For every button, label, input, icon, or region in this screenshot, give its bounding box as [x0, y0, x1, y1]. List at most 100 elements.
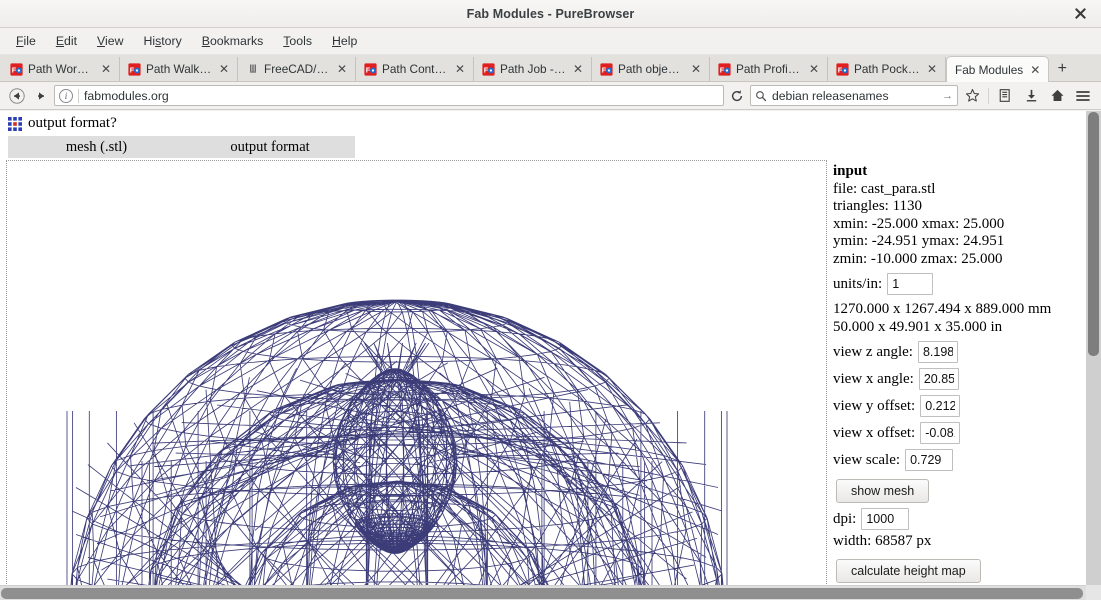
tab-label: Fab Modules [955, 62, 1024, 77]
output-format-column-label: output format [230, 138, 310, 155]
grid-dots-icon [8, 116, 22, 131]
site-identity-icon[interactable]: i [59, 88, 73, 103]
menu-item-file[interactable]: File [6, 31, 46, 51]
back-button[interactable] [6, 85, 28, 107]
forward-arrow-icon [38, 91, 44, 100]
tab-label: Path Profile… [736, 62, 802, 76]
tab-close-button[interactable]: ✕ [335, 63, 349, 75]
show-mesh-row: show mesh [836, 479, 1083, 504]
tab-close-button[interactable]: ✕ [99, 63, 113, 75]
menu-item-view[interactable]: View [87, 31, 133, 51]
horizontal-scrollbar[interactable] [0, 585, 1086, 600]
tab-label: Path Workb… [28, 62, 94, 76]
svg-text:F: F [484, 65, 489, 74]
calculate-height-map-button[interactable]: calculate height map [836, 558, 981, 583]
tab-4[interactable]: F Path Job - … ✕ [474, 57, 592, 81]
tab-close-button[interactable]: ✕ [453, 63, 467, 75]
window-title: Fab Modules - PureBrowser [466, 6, 635, 21]
menu-item-bookmarks[interactable]: Bookmarks [192, 31, 274, 51]
view-scale-input[interactable] [905, 449, 954, 472]
output-format-row: mesh (.stl) output format [8, 136, 355, 158]
tab-3[interactable]: F Path Conto… ✕ [356, 57, 474, 81]
svg-text:F: F [838, 65, 843, 74]
tab-close-button[interactable]: ✕ [807, 63, 821, 75]
tab-0[interactable]: F Path Workb… ✕ [2, 57, 120, 81]
close-icon [1074, 8, 1086, 19]
view-x-offset-label: view x offset: [833, 424, 916, 441]
url-bar[interactable]: i fabmodules.org [54, 85, 724, 106]
svg-text:F: F [366, 65, 371, 74]
freecad-icon: F [718, 62, 731, 76]
view-y-offset-input[interactable] [920, 395, 961, 418]
navigation-toolbar: i fabmodules.org debian releasenames → [0, 82, 1101, 110]
tab-favicon: F [482, 62, 495, 76]
menu-item-help[interactable]: Help [322, 31, 367, 51]
units-per-inch-input[interactable] [887, 273, 934, 296]
view-z-angle-input[interactable] [917, 341, 958, 364]
tab-close-button[interactable]: ✕ [217, 63, 231, 75]
bookmark-star-button[interactable] [960, 84, 984, 108]
scrollbar-corner [1086, 585, 1101, 600]
menu-item-tools[interactable]: Tools [273, 31, 322, 51]
dimensions-mm: 1270.000 x 1267.494 x 889.000 mm [833, 301, 1052, 318]
downloads-button[interactable] [1019, 84, 1043, 108]
new-tab-button[interactable]: + [1049, 57, 1075, 81]
horizontal-scrollbar-thumb[interactable] [1, 588, 1083, 599]
view-scale-row: view scale: [833, 449, 1083, 472]
tab-favicon: F [128, 62, 141, 76]
tab-close-button[interactable]: ✕ [925, 63, 939, 75]
vertical-scrollbar-thumb[interactable] [1088, 112, 1099, 356]
tab-close-button[interactable]: ✕ [1028, 64, 1042, 76]
freecad-icon: F [482, 62, 495, 76]
toolbar-separator [988, 87, 989, 104]
search-bar[interactable]: debian releasenames → [750, 85, 958, 106]
svg-text:F: F [602, 65, 607, 74]
menu-item-edit[interactable]: Edit [46, 31, 87, 51]
forward-button[interactable] [30, 85, 52, 107]
menu-item-history[interactable]: History [133, 31, 191, 51]
show-mesh-button[interactable]: show mesh [836, 479, 930, 504]
panel-x-range: xmin: -25.000 xmax: 25.000 [833, 215, 1005, 232]
panel-heading: input [833, 163, 868, 179]
units-per-inch-row: units/in: [833, 273, 1083, 296]
vertical-scrollbar[interactable] [1086, 111, 1101, 585]
freecad-icon: F [364, 62, 377, 76]
view-x-offset-input[interactable] [920, 422, 961, 445]
tab-6[interactable]: F Path Profile… ✕ [710, 57, 828, 81]
tab-close-button[interactable]: ✕ [689, 63, 703, 75]
tab-7[interactable]: F Path Pocke… ✕ [828, 57, 946, 81]
page-viewport: output format? mesh (.stl) output format… [0, 111, 1101, 600]
tab-1[interactable]: F Path Walkt… ✕ [120, 57, 238, 81]
svg-text:F: F [130, 65, 135, 74]
output-format-question: output format? [28, 115, 117, 131]
tab-close-button[interactable]: ✕ [571, 63, 585, 75]
reload-button[interactable] [726, 85, 748, 107]
url-separator [78, 88, 79, 103]
view-x-offset-row: view x offset: [833, 422, 1083, 445]
selected-format-label[interactable]: mesh (.stl) [8, 139, 185, 156]
tab-5[interactable]: F Path object… ✕ [592, 57, 710, 81]
freecad-icon: F [10, 62, 23, 76]
units-per-inch-label: units/in: [833, 275, 883, 292]
output-format-header: output format? [0, 111, 1101, 132]
panel-y-range: ymin: -24.951 ymax: 24.951 [833, 233, 1005, 250]
home-button[interactable] [1045, 84, 1069, 108]
tab-label: Path object… [618, 62, 684, 76]
mesh-wireframe [66, 299, 728, 589]
dpi-input[interactable] [861, 508, 910, 531]
dimensions-in: 50.000 x 49.901 x 35.000 in [833, 318, 1003, 335]
tab-favicon: F [364, 62, 377, 76]
tab-favicon: F [718, 62, 731, 76]
tab-2[interactable]: FreeCAD/F… ✕ [238, 57, 356, 81]
width-px-text: width: 68587 px [833, 533, 932, 550]
tab-favicon [246, 63, 259, 76]
tab-8[interactable]: Fab Modules ✕ [946, 56, 1050, 82]
mesh-preview-canvas[interactable] [6, 160, 827, 590]
view-x-angle-input[interactable] [918, 368, 959, 391]
search-go-icon[interactable]: → [942, 90, 953, 102]
tab-label: Path Job - … [500, 62, 566, 76]
freecad-icon: F [128, 62, 141, 76]
app-menu-button[interactable] [1071, 84, 1095, 108]
library-button[interactable] [993, 84, 1017, 108]
window-close-button[interactable] [1069, 3, 1091, 25]
